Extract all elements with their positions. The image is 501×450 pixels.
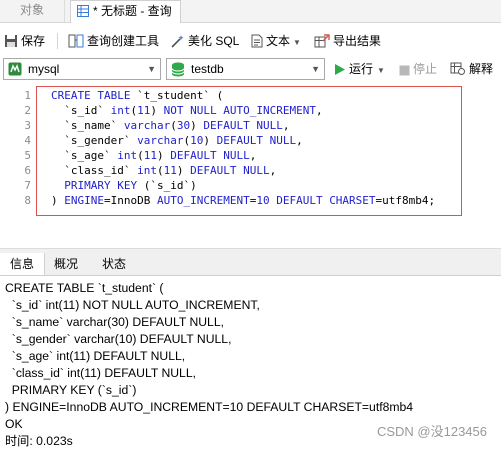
query-builder-icon bbox=[68, 34, 84, 48]
text-button[interactable]: 文本 ▼ bbox=[251, 28, 301, 54]
output-line: 时间: 0.023s bbox=[5, 434, 73, 448]
line-number: 5 bbox=[24, 149, 31, 162]
run-label: 运行 bbox=[349, 62, 374, 76]
chevron-down-icon: ▼ bbox=[147, 64, 156, 74]
line-number: 4 bbox=[24, 134, 31, 147]
explain-label: 解释 bbox=[469, 62, 494, 76]
output-line: PRIMARY KEY (`s_id`) bbox=[5, 383, 137, 397]
database-select[interactable]: testdb ▼ bbox=[166, 58, 325, 80]
save-label: 保存 bbox=[21, 34, 46, 48]
code-line: `class_id` int(11) DEFAULT NULL, bbox=[64, 164, 277, 177]
tab-objects[interactable]: 对象 bbox=[0, 0, 65, 22]
code-line: `s_id` int(11) NOT NULL AUTO_INCREMENT, bbox=[64, 104, 323, 117]
line-number: 6 bbox=[24, 164, 31, 177]
export-results-label: 导出结果 bbox=[333, 34, 382, 48]
connection-value: mysql bbox=[28, 62, 60, 76]
query-builder-label: 查询创建工具 bbox=[87, 34, 160, 48]
text-label: 文本 bbox=[266, 34, 291, 48]
line-number: 7 bbox=[24, 179, 31, 192]
stop-icon bbox=[399, 65, 410, 76]
chevron-down-icon: ▼ bbox=[293, 38, 301, 47]
code-line: PRIMARY KEY (`s_id`) bbox=[64, 179, 197, 192]
save-button[interactable]: 保存 bbox=[4, 28, 45, 54]
watermark: CSDN @没123456 bbox=[376, 424, 487, 439]
database-icon bbox=[171, 62, 185, 83]
magic-wand-icon bbox=[171, 35, 184, 48]
beautify-sql-label: 美化 SQL bbox=[188, 34, 240, 48]
line-number: 1 bbox=[24, 89, 31, 102]
output-line: CREATE TABLE `t_student` ( bbox=[5, 281, 164, 295]
tab-info[interactable]: 信息 bbox=[0, 253, 45, 275]
output-line: OK bbox=[5, 417, 23, 431]
code-line: `s_gender` varchar(10) DEFAULT NULL, bbox=[64, 134, 303, 147]
sql-editor[interactable]: 1 2 3 4 5 6 7 8 CREATE TABLE `t_student`… bbox=[0, 86, 501, 246]
run-button[interactable]: 运行 ▼ bbox=[334, 58, 385, 80]
query-table-icon bbox=[77, 3, 89, 17]
explain-button[interactable]: 解释 bbox=[450, 58, 493, 80]
message-output: CREATE TABLE `t_student` ( `s_id` int(11… bbox=[0, 276, 501, 448]
stop-button[interactable]: 停止 bbox=[399, 58, 437, 80]
explain-icon bbox=[450, 62, 465, 75]
line-number-gutter: 1 2 3 4 5 6 7 8 bbox=[0, 86, 34, 246]
export-results-button[interactable]: 导出结果 bbox=[314, 28, 381, 54]
chevron-down-icon: ▼ bbox=[377, 66, 385, 75]
stop-label: 停止 bbox=[413, 62, 438, 76]
tab-query-label: * 无标题 - 查询 bbox=[93, 4, 172, 18]
output-line: `s_age` int(11) DEFAULT NULL, bbox=[5, 349, 186, 363]
chevron-down-icon: ▼ bbox=[311, 64, 320, 74]
line-number: 2 bbox=[24, 104, 31, 117]
tab-profile[interactable]: 概况 bbox=[46, 253, 86, 275]
tab-status[interactable]: 状态 bbox=[92, 253, 136, 275]
code-line: `s_name` varchar(30) DEFAULT NULL, bbox=[64, 119, 290, 132]
output-line: `s_name` varchar(30) DEFAULT NULL, bbox=[5, 315, 224, 329]
tab-query[interactable]: * 无标题 - 查询 bbox=[70, 0, 181, 23]
tab-bar: 对象 * 无标题 - 查询 bbox=[0, 0, 501, 23]
result-tabs: 信息 概况 状态 bbox=[0, 253, 501, 276]
line-number: 3 bbox=[24, 119, 31, 132]
connection-select[interactable]: mysql ▼ bbox=[3, 58, 161, 80]
toolbar-divider bbox=[57, 33, 58, 49]
save-icon bbox=[5, 35, 17, 47]
database-value: testdb bbox=[191, 62, 224, 76]
line-number: 8 bbox=[24, 194, 31, 207]
output-line: `s_id` int(11) NOT NULL AUTO_INCREMENT, bbox=[5, 298, 260, 312]
play-icon bbox=[335, 64, 345, 75]
output-line: `s_gender` varchar(10) DEFAULT NULL, bbox=[5, 332, 232, 346]
output-line: `class_id` int(11) DEFAULT NULL, bbox=[5, 366, 196, 380]
code-line: ) ENGINE=InnoDB AUTO_INCREMENT=10 DEFAUL… bbox=[51, 194, 436, 207]
toolbar: 保存 查询创建工具 美化 SQL 文本 ▼ 导出结果 bbox=[0, 28, 501, 54]
document-icon bbox=[251, 34, 263, 48]
output-line: ) ENGINE=InnoDB AUTO_INCREMENT=10 DEFAUL… bbox=[5, 400, 414, 414]
beautify-sql-button[interactable]: 美化 SQL bbox=[170, 28, 239, 54]
connection-bar: mysql ▼ testdb ▼ 运行 ▼ 停止 解释 bbox=[0, 58, 501, 84]
code-line: CREATE TABLE `t_student` ( bbox=[51, 89, 224, 102]
code-line: `s_age` int(11) DEFAULT NULL, bbox=[64, 149, 257, 162]
export-icon bbox=[314, 34, 330, 48]
query-builder-button[interactable]: 查询创建工具 bbox=[68, 28, 159, 54]
mysql-connection-icon bbox=[8, 62, 22, 82]
